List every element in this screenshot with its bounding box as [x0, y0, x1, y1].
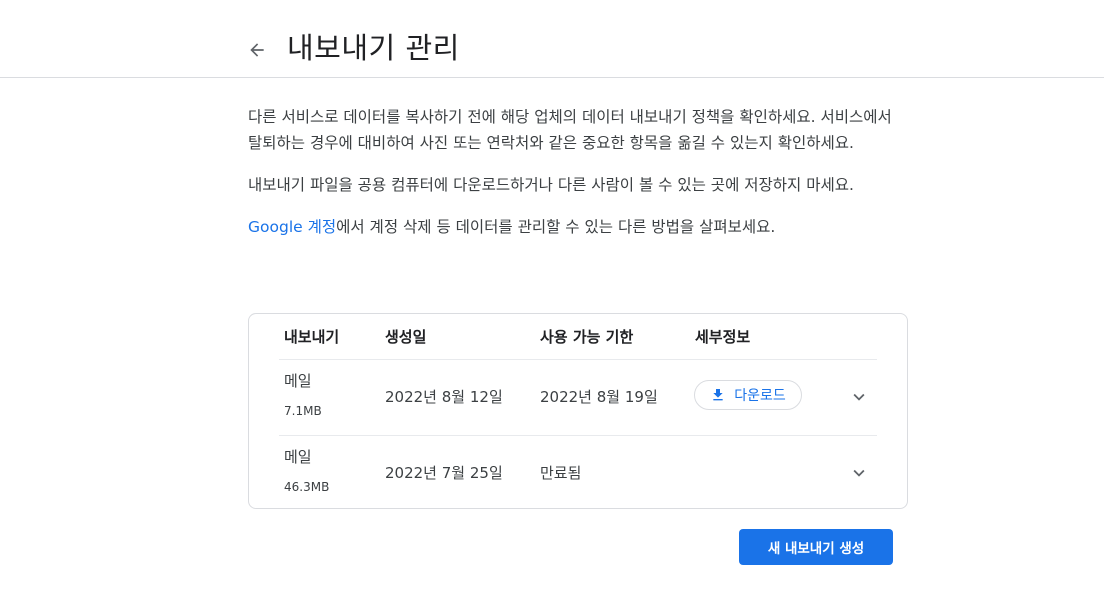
chevron-down-icon [853, 469, 865, 477]
download-icon [713, 389, 723, 401]
expiry-date: 2022년 8월 19일 [540, 388, 658, 406]
table-row: 메일 7.1MB 2022년 8월 12일 2022년 8월 19일 다운로드 [279, 360, 877, 436]
google-account-link[interactable]: Google 계정 [248, 218, 336, 236]
export-size: 7.1MB [284, 404, 322, 418]
account-text: 에서 계정 삭제 등 데이터를 관리할 수 있는 다른 방법을 살펴보세요. [336, 218, 776, 236]
page-header: 내보내기 관리 [0, 0, 1104, 78]
expand-row-button[interactable] [847, 461, 871, 485]
column-header-details: 세부정보 [695, 328, 751, 346]
back-button[interactable] [241, 34, 273, 66]
table-header: 내보내기 생성일 사용 가능 기한 세부정보 [279, 314, 877, 360]
create-export-button[interactable]: 새 내보내기 생성 [739, 529, 893, 565]
intro-paragraph-warning: 내보내기 파일을 공용 컴퓨터에 다운로드하거나 다른 사람이 볼 수 있는 곳… [248, 176, 854, 194]
expand-row-button[interactable] [847, 385, 871, 409]
column-header-export: 내보내기 [284, 328, 340, 346]
download-button[interactable]: 다운로드 [694, 380, 802, 410]
arrow-back-icon [250, 43, 264, 57]
chevron-down-icon [853, 393, 865, 401]
column-header-expires: 사용 가능 기한 [540, 328, 634, 346]
exports-table: 내보내기 생성일 사용 가능 기한 세부정보 메일 7.1MB 2022년 8월… [248, 313, 908, 509]
export-size: 46.3MB [284, 480, 330, 494]
intro-paragraph-account: Google 계정에서 계정 삭제 등 데이터를 관리할 수 있는 다른 방법을… [248, 214, 908, 240]
expiry-status: 만료됨 [540, 464, 582, 482]
intro-section: 다른 서비스로 데이터를 복사하기 전에 해당 업체의 데이터 내보내기 정책을… [248, 104, 908, 256]
created-date: 2022년 8월 12일 [385, 388, 503, 406]
export-type: 메일 [284, 448, 312, 466]
created-date: 2022년 7월 25일 [385, 464, 503, 482]
column-header-created: 생성일 [385, 328, 427, 346]
export-type: 메일 [284, 372, 312, 390]
page-title: 내보내기 관리 [287, 31, 460, 65]
intro-paragraph-policy: 다른 서비스로 데이터를 복사하기 전에 해당 업체의 데이터 내보내기 정책을… [248, 108, 892, 152]
table-row: 메일 46.3MB 2022년 7월 25일 만료됨 [279, 436, 877, 511]
download-label: 다운로드 [734, 388, 786, 404]
